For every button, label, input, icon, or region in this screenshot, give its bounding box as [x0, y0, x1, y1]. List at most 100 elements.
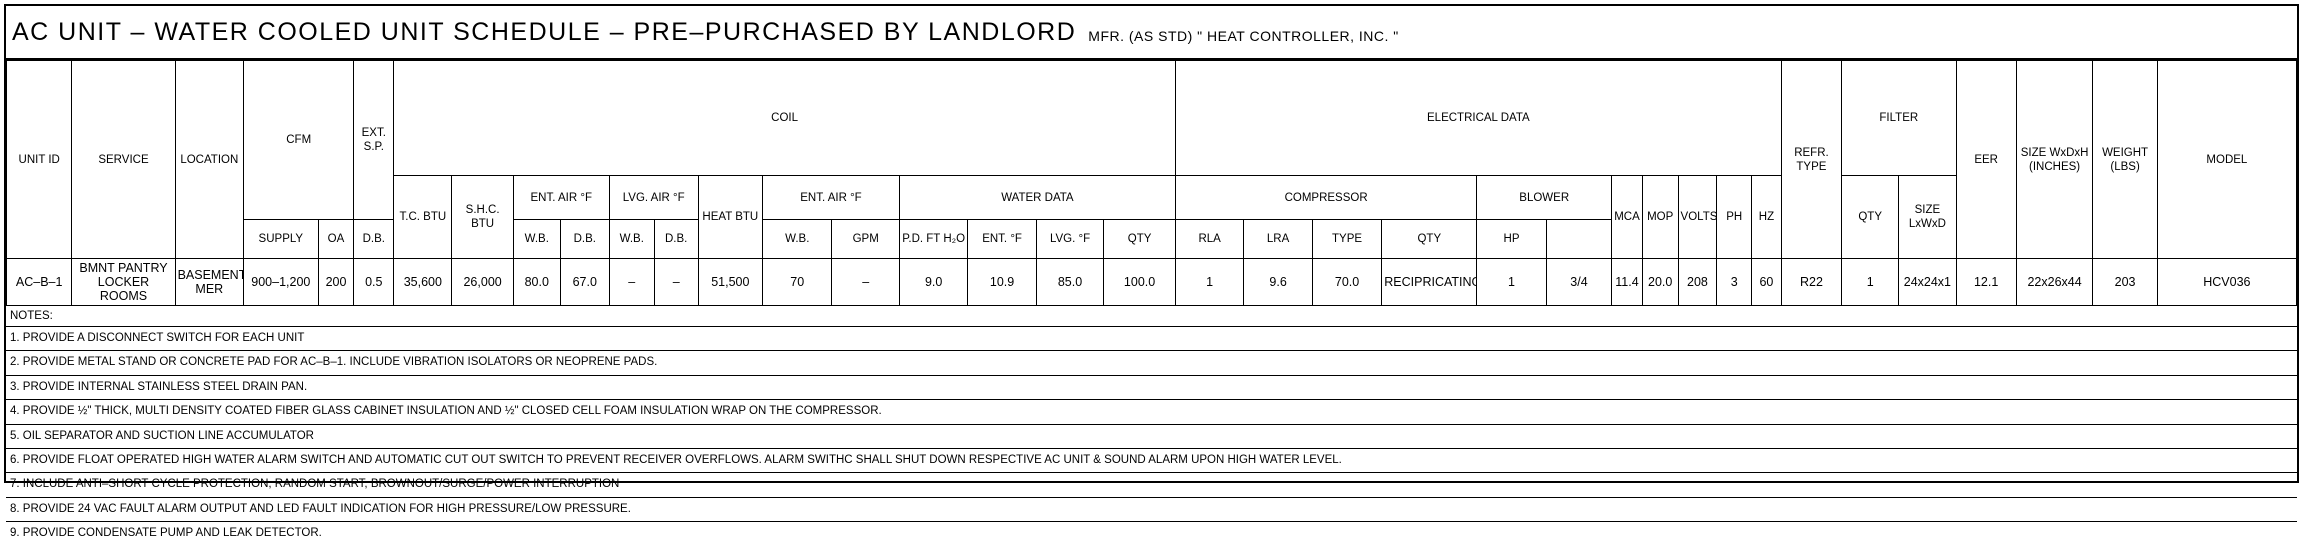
- hdr-mop: MOP: [1641, 175, 1679, 259]
- cell-ent-db: 80.0: [512, 258, 561, 306]
- note-item: 7. INCLUDE ANTI–SHORT CYCLE PROTECTION, …: [6, 473, 2297, 498]
- hdr-model: MODEL: [2156, 60, 2298, 259]
- cell-ph: 3: [1716, 258, 1753, 306]
- hdr-oa: OA: [317, 219, 355, 259]
- schedule-title: AC UNIT – WATER COOLED UNIT SCHEDULE – P…: [12, 17, 1077, 46]
- hdr-hp: HP: [1476, 219, 1547, 259]
- hdr-weight: WEIGHT (LBS): [2092, 60, 2158, 259]
- cell-refr-type: R22: [1780, 258, 1843, 306]
- hdr-compressor: COMPRESSOR: [1174, 175, 1478, 220]
- cell-lvg-f: 100.0: [1103, 258, 1176, 306]
- cell-ent2-db: 70: [762, 258, 833, 306]
- note-item: 5. OIL SEPARATOR AND SUCTION LINE ACCUMU…: [6, 425, 2297, 449]
- hdr-ent2-db: D.B.: [653, 219, 699, 259]
- hdr-unit-id: UNIT ID: [5, 60, 73, 259]
- notes-heading: NOTES:: [6, 306, 2297, 327]
- hdr-blower-qty: QTY: [1381, 219, 1478, 259]
- cell-eer: 12.1: [1955, 258, 2017, 306]
- hdr-ent-wb: W.B.: [512, 219, 561, 259]
- note-item: 9. PROVIDE CONDENSATE PUMP AND LEAK DETE…: [10, 527, 322, 540]
- title-bar: AC UNIT – WATER COOLED UNIT SCHEDULE – P…: [6, 6, 2297, 60]
- cell-comp-qty: 1: [1174, 258, 1245, 306]
- hdr-electrical-data: ELECTRICAL DATA: [1174, 60, 1782, 176]
- cell-filter-size: 24x24x1: [1898, 258, 1957, 306]
- cell-ext-sp: 0.5: [353, 258, 395, 306]
- hdr-coil: COIL: [393, 60, 1176, 176]
- note-item: 4. PROVIDE ½" THICK, MULTI DENSITY COATE…: [6, 400, 2297, 425]
- hdr-ent-air: ENT. AIR °F: [512, 175, 610, 220]
- cell-lvg-db: –: [608, 258, 655, 306]
- notes-section: NOTES: 1. PROVIDE A DISCONNECT SWITCH FO…: [6, 306, 2297, 546]
- cell-shc-btu: 26,000: [451, 258, 514, 306]
- hdr-ent2-wb: W.B.: [762, 219, 833, 259]
- cell-weight: 203: [2092, 258, 2158, 306]
- hdr-location: LOCATION: [174, 60, 245, 259]
- cell-location: BASEMENT MER: [174, 258, 245, 306]
- note-item: 8. PROVIDE 24 VAC FAULT ALARM OUTPUT AND…: [6, 498, 2297, 523]
- cell-mca: 11.4: [1611, 258, 1643, 306]
- hdr-mca: MCA: [1611, 175, 1643, 259]
- hdr-tc-btu: T.C. BTU: [393, 175, 453, 259]
- hdr-ent-db: D.B.: [353, 219, 395, 259]
- hdr-lvg-f: LVG. °F: [1035, 219, 1105, 259]
- cell-oa: 200: [317, 258, 355, 306]
- cell-rla: 9.6: [1243, 258, 1313, 306]
- hdr-comp-qty: QTY: [1103, 219, 1176, 259]
- hdr-ent-air-2: ENT. AIR °F: [762, 175, 900, 220]
- hdr-volts: VOLTS: [1677, 175, 1718, 259]
- hdr-rla: RLA: [1174, 219, 1245, 259]
- hdr-cfm: CFM: [243, 60, 355, 220]
- note-item: 3. PROVIDE INTERNAL STAINLESS STEEL DRAI…: [6, 376, 2297, 401]
- cell-size: 22x26x44: [2015, 258, 2094, 306]
- hdr-hz: HZ: [1751, 175, 1782, 259]
- note-item: 6. PROVIDE FLOAT OPERATED HIGH WATER ALA…: [6, 449, 2297, 474]
- table-row: AC–B–1 BMNT PANTRY LOCKER ROOMS BASEMENT…: [5, 258, 2298, 306]
- hdr-ph: PH: [1716, 175, 1753, 259]
- hdr-blower: BLOWER: [1476, 175, 1613, 220]
- hdr-filter-size: SIZE LxWxD: [1898, 175, 1957, 259]
- hdr-gpm: GPM: [831, 219, 900, 259]
- hdr-service: SERVICE: [71, 60, 176, 259]
- cell-unit-id: AC–B–1: [5, 258, 73, 306]
- hdr-shc-btu: S.H.C. BTU: [451, 175, 514, 259]
- schedule-table: UNIT ID SERVICE LOCATION CFM EXT. S.P. C…: [5, 60, 2298, 306]
- cell-ent2-wb: –: [831, 258, 900, 306]
- cell-model: HCV036: [2156, 258, 2298, 306]
- hdr-eer: EER: [1955, 60, 2017, 259]
- hdr-ext-sp: EXT. S.P.: [353, 60, 395, 220]
- schedule-sheet: AC UNIT – WATER COOLED UNIT SCHEDULE – P…: [4, 4, 2299, 539]
- cell-lvg-wb: –: [653, 258, 699, 306]
- note-item: 2. PROVIDE METAL STAND OR CONCRETE PAD F…: [6, 351, 2297, 376]
- cell-service: BMNT PANTRY LOCKER ROOMS: [71, 258, 176, 306]
- hdr-filter-qty: QTY: [1841, 175, 1900, 259]
- manufacturer-note: MFR. (AS STD) " HEAT CONTROLLER, INC. ": [1088, 28, 1399, 44]
- hdr-lra: LRA: [1243, 219, 1313, 259]
- cell-supply: 900–1,200: [243, 258, 319, 306]
- cell-gpm: 9.0: [898, 258, 969, 306]
- hdr-water-data: WATER DATA: [898, 175, 1176, 220]
- hdr-lvg-wb: W.B.: [608, 219, 655, 259]
- cell-hp: 3/4: [1545, 258, 1613, 306]
- hdr-type: TYPE: [1311, 219, 1383, 259]
- cell-ent-wb: 67.0: [559, 258, 610, 306]
- hdr-lvg-air: LVG. AIR °F: [608, 175, 699, 220]
- hdr-filter: FILTER: [1841, 60, 1957, 176]
- cell-blower-qty: 1: [1476, 258, 1547, 306]
- note-item: 1. PROVIDE A DISCONNECT SWITCH FOR EACH …: [6, 327, 2297, 352]
- cell-mop: 20.0: [1641, 258, 1679, 306]
- cell-type: RECIPRICATING: [1381, 258, 1478, 306]
- cell-heat-btu: 51,500: [697, 258, 764, 306]
- hdr-refr-type: REFR. TYPE: [1780, 60, 1843, 259]
- hdr-ent-f: ENT. °F: [967, 219, 1037, 259]
- hdr-heat-btu: HEAT BTU: [697, 175, 764, 259]
- cell-volts: 208: [1677, 258, 1718, 306]
- hdr-supply: SUPPLY: [243, 219, 319, 259]
- cell-tc-btu: 35,600: [393, 258, 453, 306]
- cell-lra: 70.0: [1311, 258, 1383, 306]
- hdr-pd-ft: P.D. FT H₂O: [898, 219, 969, 259]
- cell-hz: 60: [1751, 258, 1782, 306]
- hdr-lvg-db: D.B.: [559, 219, 610, 259]
- cell-pd-ft: 10.9: [967, 258, 1037, 306]
- cell-ent-f: 85.0: [1035, 258, 1105, 306]
- hdr-size: SIZE WxDxH (INCHES): [2015, 60, 2094, 259]
